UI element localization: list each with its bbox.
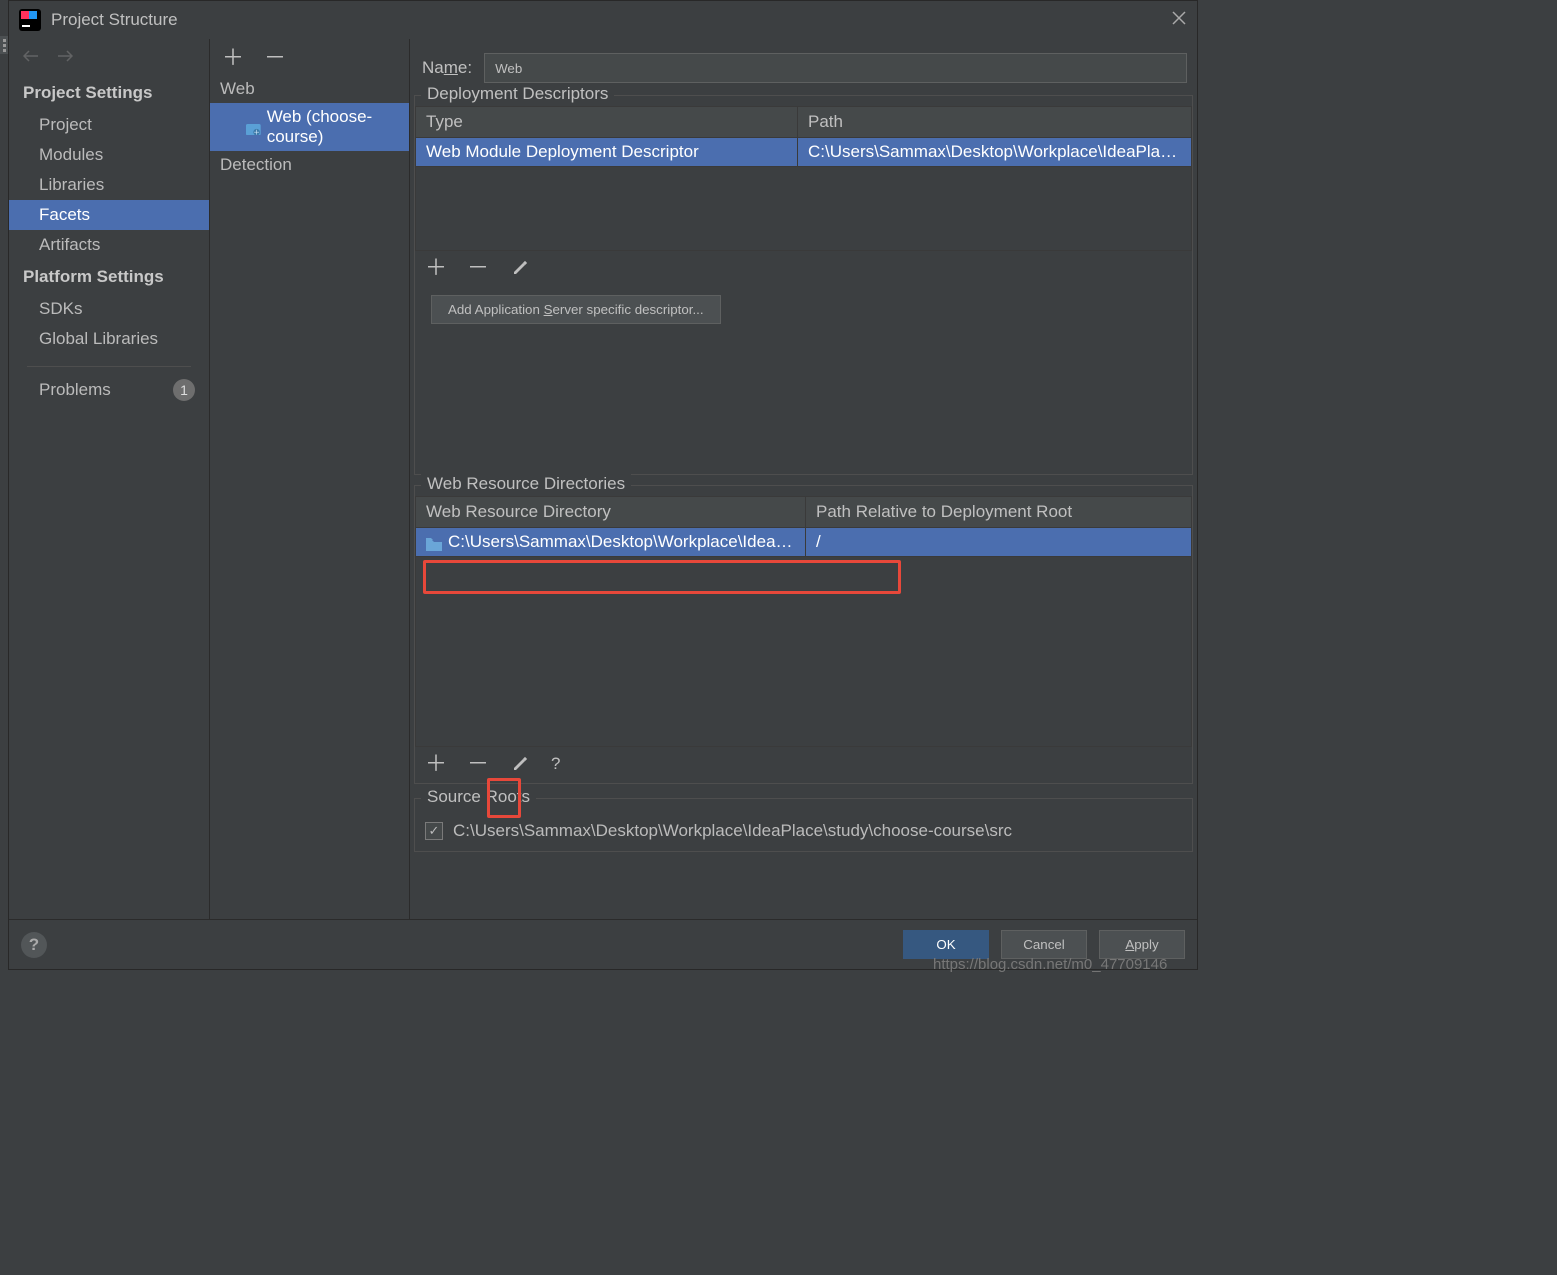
webres-toolbar: ＋ － ? bbox=[415, 747, 1192, 783]
folder-icon bbox=[426, 536, 442, 549]
webres-edit-icon[interactable] bbox=[509, 753, 531, 775]
webres-remove-icon[interactable]: － bbox=[467, 753, 489, 775]
dd-col-type: Type bbox=[416, 107, 798, 138]
dd-row-path: C:\Users\Sammax\Desktop\Workplace\IdeaPl… bbox=[798, 138, 1192, 167]
webres-row-rel: / bbox=[806, 528, 1192, 557]
facet-name-input[interactable] bbox=[484, 53, 1187, 83]
problems-label: Problems bbox=[39, 380, 111, 400]
source-root-path: C:\Users\Sammax\Desktop\Workplace\IdeaPl… bbox=[453, 821, 1012, 841]
webres-add-icon[interactable]: ＋ bbox=[425, 753, 447, 775]
cancel-button[interactable]: Cancel bbox=[1001, 930, 1087, 959]
sidebar-group-platform-settings: Platform Settings bbox=[9, 260, 209, 294]
dd-row[interactable]: Web Module Deployment Descriptor C:\User… bbox=[416, 138, 1192, 167]
deployment-descriptors-table: Type Path Web Module Deployment Descript… bbox=[415, 106, 1192, 251]
dd-bottom-spacer bbox=[415, 334, 1192, 474]
name-label: Name: bbox=[422, 58, 472, 78]
source-root-checkbox[interactable]: ✓ bbox=[425, 822, 443, 840]
sidebar-group-project-settings: Project Settings bbox=[9, 76, 209, 110]
facet-tree-detection[interactable]: Detection bbox=[210, 151, 409, 179]
sidebar-item-facets[interactable]: Facets bbox=[9, 200, 209, 230]
facet-tree-web-module[interactable]: Web (choose-course) bbox=[210, 103, 409, 151]
facet-tree-web[interactable]: Web bbox=[210, 75, 409, 103]
source-roots-title: Source Roots bbox=[421, 787, 536, 807]
titlebar: Project Structure bbox=[9, 1, 1197, 39]
sidebar-item-sdks[interactable]: SDKs bbox=[9, 294, 209, 324]
webres-row-dir-text: C:\Users\Sammax\Desktop\Workplace\IdeaPl… bbox=[448, 532, 806, 551]
dd-remove-icon[interactable]: － bbox=[467, 257, 489, 279]
webres-col-dir: Web Resource Directory bbox=[416, 497, 806, 528]
webres-title: Web Resource Directories bbox=[421, 474, 631, 494]
footer-buttons: OK Cancel Apply bbox=[903, 930, 1185, 959]
forward-icon[interactable] bbox=[57, 48, 73, 68]
apply-button[interactable]: Apply bbox=[1099, 930, 1185, 959]
source-root-item[interactable]: ✓ C:\Users\Sammax\Desktop\Workplace\Idea… bbox=[415, 809, 1192, 849]
add-facet-icon[interactable]: ＋ bbox=[222, 47, 244, 69]
dd-table-spacer bbox=[416, 167, 1192, 251]
webres-col-rel: Path Relative to Deployment Root bbox=[806, 497, 1192, 528]
sidebar: Project Settings Project Modules Librari… bbox=[9, 39, 210, 919]
web-resource-directories-section: Web Resource Directories Web Resource Di… bbox=[414, 485, 1193, 784]
facet-tree-web-module-label: Web (choose-course) bbox=[267, 107, 399, 147]
watermark-url: https://blog.csdn.net/m0_47709146 bbox=[933, 956, 1167, 973]
name-row: Name: bbox=[410, 39, 1197, 85]
intellij-logo-icon bbox=[19, 9, 41, 31]
deployment-descriptors-section: Deployment Descriptors Type Path Web Mod… bbox=[414, 95, 1193, 475]
sidebar-item-problems[interactable]: Problems 1 bbox=[9, 373, 209, 407]
deployment-descriptors-title: Deployment Descriptors bbox=[421, 84, 614, 104]
nav-arrows bbox=[9, 39, 209, 76]
source-roots-section: Source Roots ✓ C:\Users\Sammax\Desktop\W… bbox=[414, 798, 1193, 852]
sidebar-item-global-libraries[interactable]: Global Libraries bbox=[9, 324, 209, 354]
window-title: Project Structure bbox=[51, 10, 178, 30]
project-structure-dialog: Project Structure Project Settings Proje… bbox=[8, 0, 1198, 970]
webres-table: Web Resource Directory Path Relative to … bbox=[415, 496, 1192, 747]
remove-facet-icon[interactable]: － bbox=[264, 47, 286, 69]
facet-editor: Name: Deployment Descriptors Type Path W… bbox=[410, 39, 1197, 919]
webres-help-icon[interactable]: ? bbox=[551, 754, 560, 774]
dd-toolbar: ＋ － bbox=[415, 251, 1192, 287]
ok-button[interactable]: OK bbox=[903, 930, 989, 959]
webres-table-spacer bbox=[416, 557, 1192, 747]
sidebar-item-artifacts[interactable]: Artifacts bbox=[9, 230, 209, 260]
dd-row-type: Web Module Deployment Descriptor bbox=[416, 138, 798, 167]
sidebar-divider bbox=[27, 366, 191, 367]
sidebar-item-libraries[interactable]: Libraries bbox=[9, 170, 209, 200]
webres-row-dir: C:\Users\Sammax\Desktop\Workplace\IdeaPl… bbox=[416, 528, 806, 557]
dd-edit-icon[interactable] bbox=[509, 257, 531, 279]
dd-add-icon[interactable]: ＋ bbox=[425, 257, 447, 279]
dd-col-path: Path bbox=[798, 107, 1192, 138]
sidebar-item-project[interactable]: Project bbox=[9, 110, 209, 140]
facets-tree-panel: ＋ － Web Web (choose-course) Detection bbox=[210, 39, 410, 919]
dialog-content: Project Settings Project Modules Librari… bbox=[9, 39, 1197, 919]
close-icon[interactable] bbox=[1171, 9, 1187, 32]
help-icon[interactable]: ? bbox=[21, 932, 47, 958]
sidebar-item-modules[interactable]: Modules bbox=[9, 140, 209, 170]
problems-count-badge: 1 bbox=[173, 379, 195, 401]
add-app-server-button[interactable]: Add Application Server specific descript… bbox=[431, 295, 721, 324]
web-facet-icon bbox=[246, 120, 261, 134]
back-icon[interactable] bbox=[23, 48, 39, 68]
facets-toolbar: ＋ － bbox=[210, 39, 409, 75]
webres-row[interactable]: C:\Users\Sammax\Desktop\Workplace\IdeaPl… bbox=[416, 528, 1192, 557]
